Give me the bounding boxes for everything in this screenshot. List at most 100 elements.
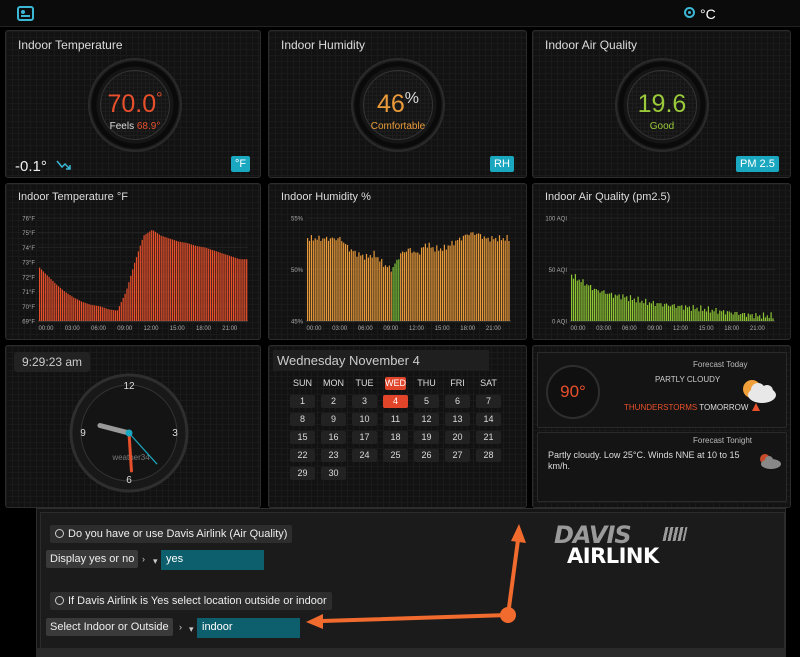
x-tick-label: 03:00 (332, 326, 348, 332)
calendar-day[interactable]: 26 (414, 449, 439, 462)
calendar-day[interactable]: 11 (383, 413, 408, 426)
chart-bar (90, 304, 92, 321)
chart-bar (160, 235, 162, 321)
chart-bar (58, 286, 60, 321)
chart-bar (386, 267, 388, 321)
chart-bar (595, 289, 597, 321)
airlink-select[interactable]: yes (161, 550, 264, 570)
calendar-day[interactable]: 4 (383, 395, 408, 408)
chart-bar (652, 300, 654, 321)
calendar-day[interactable]: 25 (383, 449, 408, 462)
calendar-day[interactable]: 3 (352, 395, 377, 408)
chart-bar (770, 312, 772, 321)
airlink-logo-text: AIRLINK (567, 544, 659, 568)
calendar-day[interactable]: 2 (321, 395, 346, 408)
chart-bar (223, 253, 225, 321)
calendar-day[interactable]: 30 (321, 467, 346, 480)
calendar-day[interactable]: 27 (445, 449, 470, 462)
chart-bar (686, 307, 689, 321)
calendar-day[interactable]: 9 (321, 413, 346, 426)
x-tick-label: 12:00 (673, 326, 689, 332)
calendar-day[interactable]: 17 (352, 431, 377, 444)
chart-bar (116, 310, 119, 321)
chart-bar (211, 250, 214, 321)
caret-down-icon[interactable]: ▾ (153, 556, 158, 567)
calendar-day[interactable]: 18 (383, 431, 408, 444)
chart-bar (50, 279, 52, 321)
chart-bar (191, 244, 193, 321)
temperature-unit-badge[interactable]: °F (231, 156, 251, 172)
calendar-day[interactable]: 6 (445, 395, 470, 408)
chart-bar (307, 238, 309, 321)
chart-bar (459, 237, 461, 321)
humidity-unit-badge[interactable]: RH (490, 156, 514, 172)
x-tick-label: 06:00 (622, 326, 638, 332)
unit-toggle-label[interactable]: °C (700, 6, 716, 22)
caret-down-icon[interactable]: ▾ (189, 624, 194, 635)
chart-bar (702, 310, 704, 321)
chart-bar (506, 235, 508, 321)
chart-bar (390, 271, 392, 321)
chart-bar (398, 259, 400, 321)
chart-bar (628, 301, 630, 321)
unit-toggle-icon[interactable] (684, 7, 695, 18)
chart-bar (101, 307, 103, 321)
chevron-right-icon[interactable]: › (179, 622, 182, 632)
chart-bar (327, 240, 330, 321)
chart-bar (717, 313, 719, 321)
chevron-right-icon[interactable]: › (142, 554, 145, 564)
calendar-day[interactable]: 12 (414, 413, 439, 426)
calendar-day[interactable]: 28 (476, 449, 501, 462)
chart-bar (453, 245, 455, 321)
calendar-day[interactable]: 10 (352, 413, 377, 426)
calendar-day[interactable]: 19 (414, 431, 439, 444)
calendar-day[interactable]: 1 (290, 395, 315, 408)
chart-bar (94, 305, 96, 321)
chart-bar (345, 244, 347, 321)
calendar-day[interactable]: 8 (290, 413, 315, 426)
calendar-day[interactable]: 23 (321, 449, 346, 462)
chart-bar (599, 292, 601, 321)
forecast-today-box: Forecast Today 90° PARTLY CLOUDY THUNDER… (537, 352, 787, 428)
calendar-day[interactable]: 15 (290, 431, 315, 444)
calendar-day[interactable]: 20 (445, 431, 470, 444)
chart-bar (742, 313, 744, 321)
menu-icon[interactable] (17, 6, 34, 21)
calendar-day[interactable]: 22 (290, 449, 315, 462)
chart-bar (489, 241, 491, 321)
chart-bar (92, 305, 94, 321)
calendar-day[interactable]: 16 (321, 431, 346, 444)
chart-bar (318, 235, 320, 321)
calendar-day[interactable]: 7 (476, 395, 501, 408)
chart-bar (402, 251, 404, 321)
calendar-weekday: FRI (450, 378, 465, 388)
chart-bar (740, 314, 742, 321)
chart-bar (166, 237, 168, 321)
chart-bar (141, 239, 143, 321)
air-quality-unit-badge[interactable]: PM 2.5 (736, 156, 779, 172)
chart-bar (434, 251, 436, 321)
chart-bar (339, 236, 341, 321)
chart-bar (666, 303, 668, 321)
chart-bar (584, 285, 586, 321)
calendar-day[interactable]: 13 (445, 413, 470, 426)
chart-bar (326, 236, 328, 321)
calendar-day[interactable]: 21 (476, 431, 501, 444)
chart-bar (679, 305, 681, 321)
chart-bar (151, 230, 153, 321)
calendar-day[interactable]: 29 (290, 467, 315, 480)
temperature-trend: -0.1° (15, 158, 47, 175)
chart-bar (468, 235, 470, 321)
chart-bar (571, 274, 573, 321)
calendar-day (445, 467, 470, 480)
calendar-day[interactable]: 24 (352, 449, 377, 462)
chart-bar (690, 310, 692, 321)
location-select[interactable]: indoor (197, 618, 300, 638)
calendar-day[interactable]: 14 (476, 413, 501, 426)
calendar-day[interactable]: 5 (414, 395, 439, 408)
forecast-temp-ring: 90° (546, 365, 600, 419)
chart-bar (694, 309, 696, 321)
chart-bar (743, 312, 746, 321)
chart-bar (373, 250, 375, 321)
feels-like: Feels 68.9° (109, 121, 161, 132)
